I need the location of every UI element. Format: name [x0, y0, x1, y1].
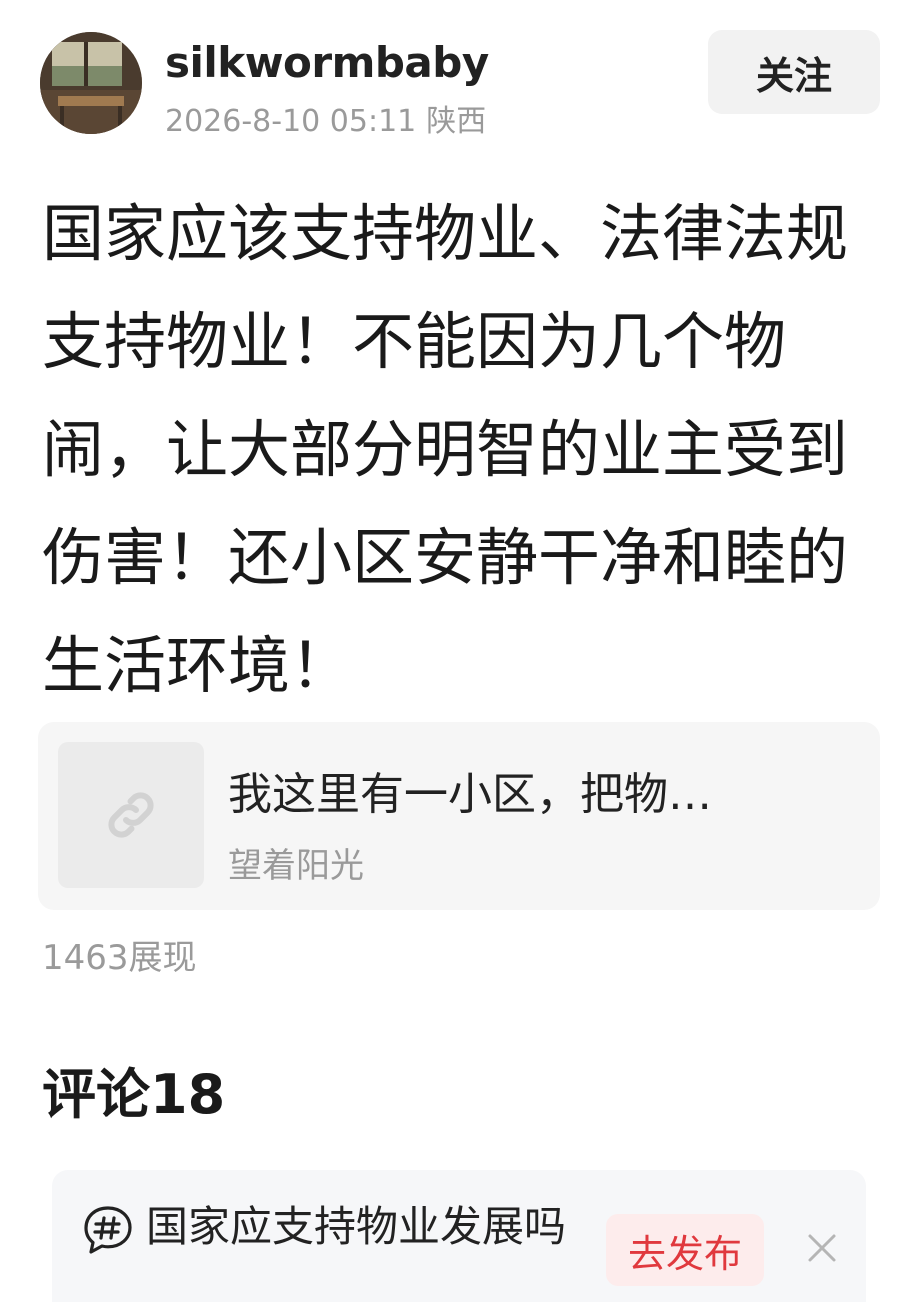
link-thumbnail	[58, 742, 204, 888]
comments-heading: 评论18	[42, 1063, 226, 1126]
post-meta: 2026-8-10 05:11 陕西	[165, 96, 486, 140]
follow-button[interactable]: 关注	[708, 30, 880, 114]
publish-button[interactable]: 去发布	[606, 1214, 764, 1286]
post-detail-page: silkwormbaby 2026-8-10 05:11 陕西 关注 国家应该支持…	[0, 0, 909, 1302]
topic-suggestion-bar: 国家应支持物业发展吗 去发布	[52, 1170, 866, 1302]
username[interactable]: silkwormbaby	[165, 38, 489, 87]
post-location: 陕西	[426, 104, 487, 139]
topic-suggestion-text[interactable]: 国家应支持物业发展吗	[84, 1200, 584, 1254]
post-timestamp: 2026-8-10 05:11	[165, 104, 417, 139]
close-icon[interactable]	[802, 1228, 842, 1268]
post-body: 国家应该支持物业、法律法规支持物业！不能因为几个物闹，让大部分明智的业主受到伤害…	[42, 197, 849, 702]
view-count: 1463展现	[42, 938, 197, 978]
link-title: 我这里有一小区，把物…	[228, 769, 712, 820]
avatar-image	[40, 32, 142, 134]
avatar[interactable]	[40, 32, 142, 134]
link-author: 望着阳光	[228, 846, 364, 886]
link-card[interactable]: 我这里有一小区，把物… 望着阳光	[38, 722, 880, 910]
link-icon	[108, 792, 154, 838]
